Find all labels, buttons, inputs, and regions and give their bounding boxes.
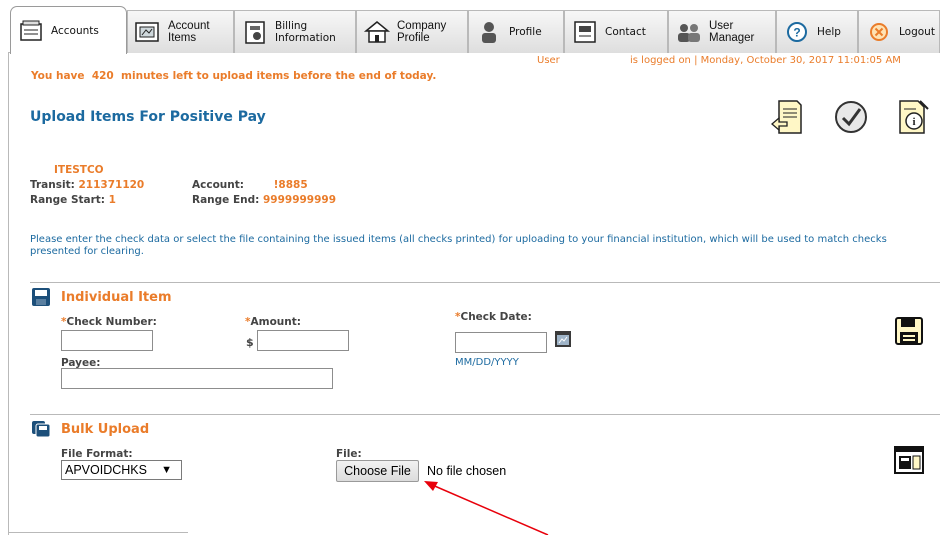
page-title: Upload Items For Positive Pay [30,109,266,125]
help-icon: ? [783,18,811,46]
payee-input[interactable] [61,368,333,389]
tab-label: Billing Information [275,20,336,44]
check-date-label: *Check Date: [455,311,532,323]
user-manager-icon [675,18,703,46]
tab-contact[interactable]: Contact [564,10,668,53]
instructions-text: Please enter the check data or select th… [30,234,887,257]
company-profile-icon [363,18,391,46]
tab-label: Help [817,26,841,38]
range-start-label: Range Start: [30,194,106,206]
file-format-value: APVOIDCHKS [65,463,147,477]
range-start-value: 1 [108,194,116,206]
transit-label: Transit: [30,179,75,191]
tab-label: Company Profile [397,20,447,44]
check-date-input[interactable] [455,332,547,353]
dollar-sign: $ [246,336,254,349]
tab-company-profile[interactable]: Company Profile [356,10,468,53]
tab-label: Account Items [168,20,210,44]
tab-user-manager[interactable]: User Manager [668,10,776,53]
tab-account-items[interactable]: Account Items [127,10,234,53]
no-file-chosen-text: No file chosen [427,464,507,478]
svg-text:i: i [912,116,915,128]
billing-icon [241,18,269,46]
bulk-upload-title: Bulk Upload [61,422,150,437]
content-frame-bottom [8,532,188,533]
document-info-icon[interactable]: i [894,97,932,137]
tab-label: Profile [509,26,542,38]
account-value: !8885 [273,179,308,191]
tab-label: Contact [605,26,646,38]
tab-help[interactable]: ? Help [776,10,858,53]
save-item-icon[interactable] [893,315,925,347]
calendar-icon[interactable] [554,330,572,348]
file-format-label: File Format: [61,448,133,460]
bulk-upload-icon [31,418,51,438]
logout-icon [865,18,893,46]
tab-billing-information[interactable]: Billing Information [234,10,356,53]
page-actions: i [769,97,939,139]
account-items-icon [134,18,162,46]
contact-icon [571,18,599,46]
tab-accounts[interactable]: Accounts [10,6,127,54]
tab-label: User Manager [709,20,755,44]
profile-icon [475,18,503,46]
amount-label: *Amount: [245,316,301,328]
accounts-icon [17,17,45,45]
transit-value: 211371120 [78,179,145,191]
company-name: ITESTCO [54,164,104,176]
check-number-input[interactable] [61,330,153,351]
tab-logout[interactable]: Logout [858,10,940,53]
individual-item-title: Individual Item [61,290,172,305]
date-format-hint: MM/DD/YYYY [455,357,519,368]
dropdown-arrow-icon: ▼ [161,464,172,476]
section-divider [30,282,940,283]
range-start-info: Range Start: 1 [30,194,116,206]
section-divider [30,414,940,415]
tab-profile[interactable]: Profile [468,10,564,53]
checkmark-icon[interactable] [832,97,870,137]
account-info: Account: !8885 [192,179,308,191]
amount-input[interactable] [257,330,349,351]
range-end-info: Range End: 9999999999 [192,194,336,206]
choose-file-button[interactable]: Choose File [336,460,419,482]
file-label: File: [336,448,362,460]
file-format-select[interactable]: APVOIDCHKS ▼ [61,460,182,480]
transit-info: Transit: 211371120 [30,179,144,191]
tab-label: Accounts [51,24,99,37]
check-number-label: *Check Number: [61,316,157,328]
floppy-disk-icon [31,287,51,307]
upload-file-icon[interactable] [893,444,925,476]
status-user: User [537,55,560,66]
back-document-icon[interactable] [769,97,807,137]
minutes-remaining: You have 420 minutes left to upload item… [31,70,437,82]
range-end-label: Range End: [192,194,260,206]
account-label: Account: [192,179,244,191]
tab-label: Logout [899,26,935,38]
svg-text:?: ? [793,26,800,40]
status-logged-on: is logged on | Monday, October 30, 2017 … [630,55,901,66]
range-end-value: 9999999999 [262,194,337,206]
content-frame-left [8,53,9,535]
